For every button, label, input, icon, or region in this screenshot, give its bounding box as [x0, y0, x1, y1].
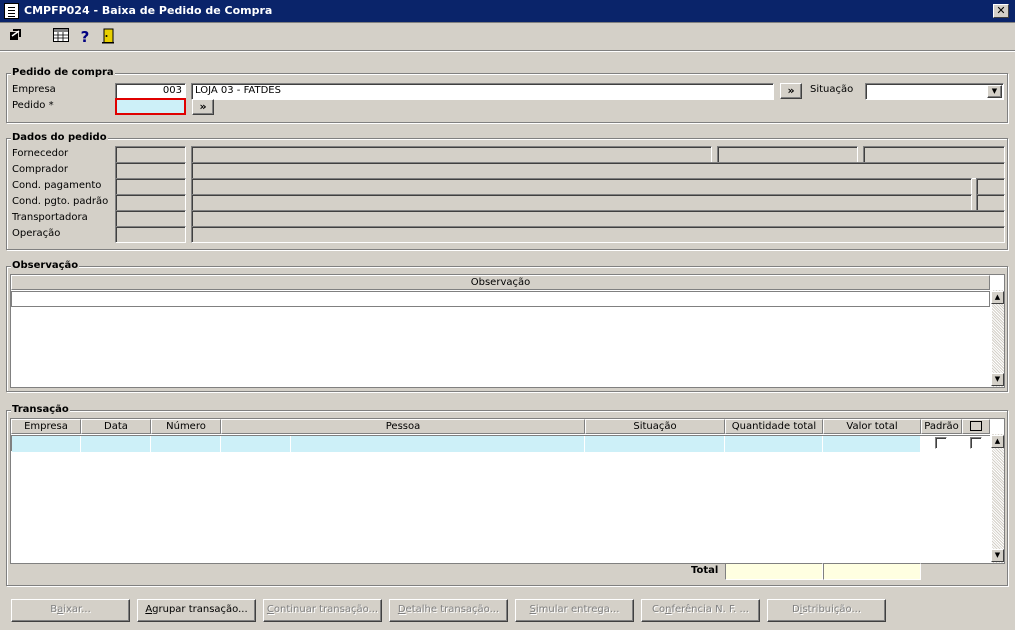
detalhe-transacao-button[interactable]: Detalhe transação... [389, 599, 508, 622]
close-icon: ✕ [996, 4, 1006, 17]
observacao-input[interactable] [11, 291, 990, 307]
observacao-legend: Observação [11, 260, 80, 271]
observacao-column-header[interactable]: Observação [11, 275, 990, 290]
help-icon[interactable]: ? [76, 28, 94, 46]
dados-legend: Dados do pedido [11, 132, 108, 143]
cond-pagamento-name-field [191, 178, 972, 195]
operacao-label: Operação [12, 228, 61, 239]
baixar-button[interactable]: Baixar... [11, 599, 130, 622]
pedido-label: Pedido * [12, 100, 54, 111]
row-data-cell[interactable] [81, 436, 151, 452]
select-all-icon[interactable] [970, 421, 982, 431]
scroll-down-icon[interactable]: ▼ [991, 549, 1004, 562]
scroll-up-icon[interactable]: ▲ [991, 291, 1004, 304]
total-label: Total [691, 565, 719, 576]
empresa-name-field[interactable]: LOJA 03 - FATDES [191, 83, 774, 100]
col-data-header[interactable]: Data [81, 419, 151, 434]
comprador-code-field [115, 162, 186, 179]
col-valor-header[interactable]: Valor total [823, 419, 921, 434]
row-padrao-checkbox[interactable] [935, 437, 947, 449]
col-numero-header[interactable]: Número [151, 419, 221, 434]
cond-pgto-padrao-name-field [191, 194, 972, 211]
total-quantidade-field [725, 563, 823, 580]
row-pessoa-name-cell[interactable] [291, 436, 585, 452]
col-quantidade-header[interactable]: Quantidade total [725, 419, 823, 434]
transacao-scrollbar[interactable] [991, 434, 1004, 563]
pedido-lookup-button[interactable]: » [192, 99, 214, 115]
row-numero-cell[interactable] [151, 436, 221, 452]
situacao-label: Situação [810, 84, 854, 95]
col-situacao-header[interactable]: Situação [585, 419, 725, 434]
pedido-legend: Pedido de compra [11, 67, 115, 78]
comprador-label: Comprador [12, 164, 69, 175]
close-button[interactable]: ✕ [993, 4, 1009, 18]
conferencia-nf-button[interactable]: Conferência N. F. ... [641, 599, 760, 622]
cond-pagamento-extra-field [976, 178, 1005, 195]
empresa-lookup-button[interactable]: » [780, 83, 802, 99]
distribuicao-button[interactable]: Distribuição... [767, 599, 886, 622]
exit-door-icon[interactable] [99, 28, 117, 46]
arrow-icon[interactable] [6, 28, 24, 46]
simular-entrega-button[interactable]: Simular entrega... [515, 599, 634, 622]
empresa-label: Empresa [12, 84, 56, 95]
col-padrao-header[interactable]: Padrão [921, 419, 962, 434]
scroll-down-icon[interactable]: ▼ [991, 373, 1004, 386]
fornecedor-extra2-field [863, 146, 1005, 163]
comprador-name-field [191, 162, 1005, 179]
continuar-transacao-button[interactable]: Continuar transação... [263, 599, 382, 622]
situacao-select[interactable] [865, 83, 1004, 100]
total-valor-field [823, 563, 921, 580]
transacao-legend: Transação [11, 404, 70, 415]
agrupar-transacao-button[interactable]: Agrupar transação... [137, 599, 256, 622]
operacao-name-field [191, 226, 1005, 243]
operacao-code-field [115, 226, 186, 243]
fornecedor-code-field [115, 146, 186, 163]
fornecedor-label: Fornecedor [12, 148, 69, 159]
row-situacao-cell[interactable] [585, 436, 725, 452]
pedido-input[interactable] [115, 98, 186, 115]
app-icon [4, 3, 19, 19]
chevron-down-icon[interactable]: ▼ [987, 85, 1002, 98]
row-valor-cell[interactable] [823, 436, 921, 452]
col-empresa-header[interactable]: Empresa [11, 419, 81, 434]
toolbar: ? [0, 24, 1015, 51]
cond-pgto-padrao-code-field [115, 194, 186, 211]
cond-pagamento-code-field [115, 178, 186, 195]
cond-pgto-padrao-label: Cond. pgto. padrão [12, 196, 109, 207]
transportadora-code-field [115, 210, 186, 227]
fornecedor-extra-field [717, 146, 858, 163]
row-empresa-cell[interactable] [12, 436, 81, 452]
fornecedor-name-field [191, 146, 712, 163]
col-pessoa-header[interactable]: Pessoa [221, 419, 585, 434]
row-pessoa-code-cell[interactable] [221, 436, 291, 452]
window-title: CMPFP024 - Baixa de Pedido de Compra [24, 4, 273, 17]
cond-pagamento-label: Cond. pagamento [12, 180, 102, 191]
row-quantidade-cell[interactable] [725, 436, 823, 452]
row-select-checkbox[interactable] [970, 437, 982, 449]
grid-icon[interactable] [52, 28, 70, 46]
title-bar: CMPFP024 - Baixa de Pedido de Compra ✕ [0, 0, 1015, 23]
cond-pgto-padrao-extra-field [976, 194, 1005, 211]
scroll-up-icon[interactable]: ▲ [991, 435, 1004, 448]
transportadora-label: Transportadora [12, 212, 88, 223]
transportadora-name-field [191, 210, 1005, 227]
